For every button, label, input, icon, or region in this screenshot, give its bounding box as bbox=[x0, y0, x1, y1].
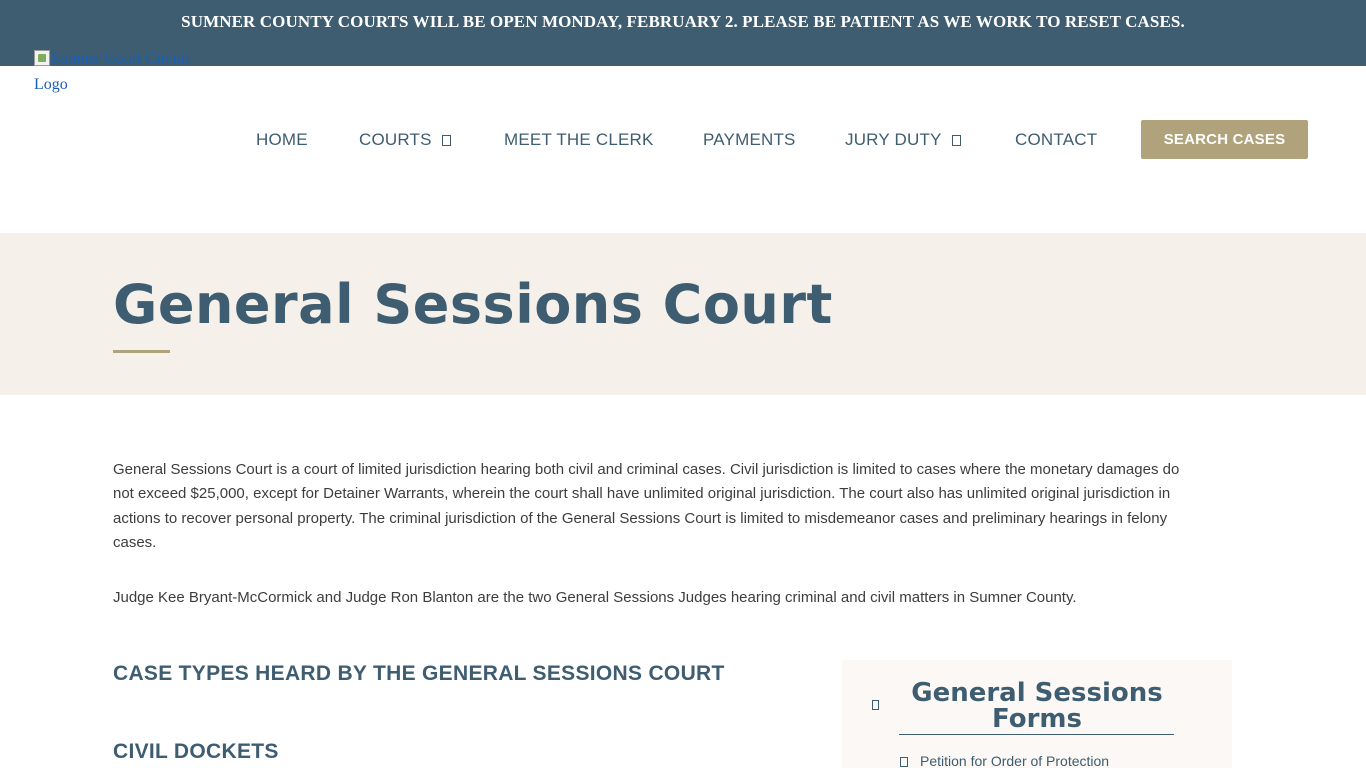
sidebar-form-label: Petition for Order of Protection bbox=[920, 753, 1110, 768]
title-underline bbox=[113, 350, 170, 353]
sidebar-form-link[interactable]: Petition for Order of Protection bbox=[900, 753, 1109, 768]
forms-sidebar: General Sessions Forms Petition for Orde… bbox=[842, 660, 1232, 768]
nav-contact[interactable]: CONTACT bbox=[1015, 130, 1097, 150]
judges-paragraph: Judge Kee Bryant-McCormick and Judge Ron… bbox=[113, 589, 1077, 606]
broken-image-icon bbox=[34, 50, 50, 66]
civil-dockets-heading: CIVIL DOCKETS bbox=[113, 740, 279, 763]
nav-jury-duty-label: JURY DUTY bbox=[845, 130, 942, 149]
nav-meet-the-clerk-label: MEET THE CLERK bbox=[504, 130, 654, 149]
nav-contact-label: CONTACT bbox=[1015, 130, 1098, 149]
site-logo[interactable]: Sumner Court Circuit Logo bbox=[34, 46, 214, 98]
nav-payments-label: PAYMENTS bbox=[703, 130, 796, 149]
nav-home[interactable]: HOME bbox=[256, 130, 308, 150]
chevron-down-icon bbox=[951, 135, 961, 146]
sidebar-title: General Sessions Forms bbox=[911, 678, 1163, 734]
nav-jury-duty[interactable]: JURY DUTY bbox=[845, 130, 961, 150]
logo-alt-text-line2: Logo bbox=[34, 76, 68, 93]
toggle-icon[interactable] bbox=[872, 700, 879, 710]
page-hero: General Sessions Court bbox=[0, 233, 1366, 395]
nav-payments[interactable]: PAYMENTS bbox=[703, 130, 796, 150]
logo-alt-text: Sumner Court Circuit bbox=[51, 50, 190, 67]
document-icon bbox=[900, 757, 908, 767]
chevron-down-icon bbox=[441, 135, 451, 146]
nav-courts[interactable]: COURTS bbox=[359, 130, 451, 150]
search-cases-button[interactable]: SEARCH CASES bbox=[1141, 120, 1308, 159]
announcement-text: SUMNER COUNTY COURTS WILL BE OPEN MONDAY… bbox=[181, 12, 1185, 31]
logo-alt-first-line: Sumner Court Circuit bbox=[34, 46, 214, 72]
nav-meet-the-clerk[interactable]: MEET THE CLERK bbox=[504, 130, 654, 150]
nav-home-label: HOME bbox=[256, 130, 308, 149]
intro-paragraph: General Sessions Court is a court of lim… bbox=[113, 461, 1180, 552]
case-types-heading: CASE TYPES HEARD BY THE GENERAL SESSIONS… bbox=[113, 662, 725, 685]
sidebar-divider bbox=[899, 734, 1174, 735]
nav-courts-label: COURTS bbox=[359, 130, 432, 149]
page-title: General Sessions Court bbox=[113, 273, 833, 336]
